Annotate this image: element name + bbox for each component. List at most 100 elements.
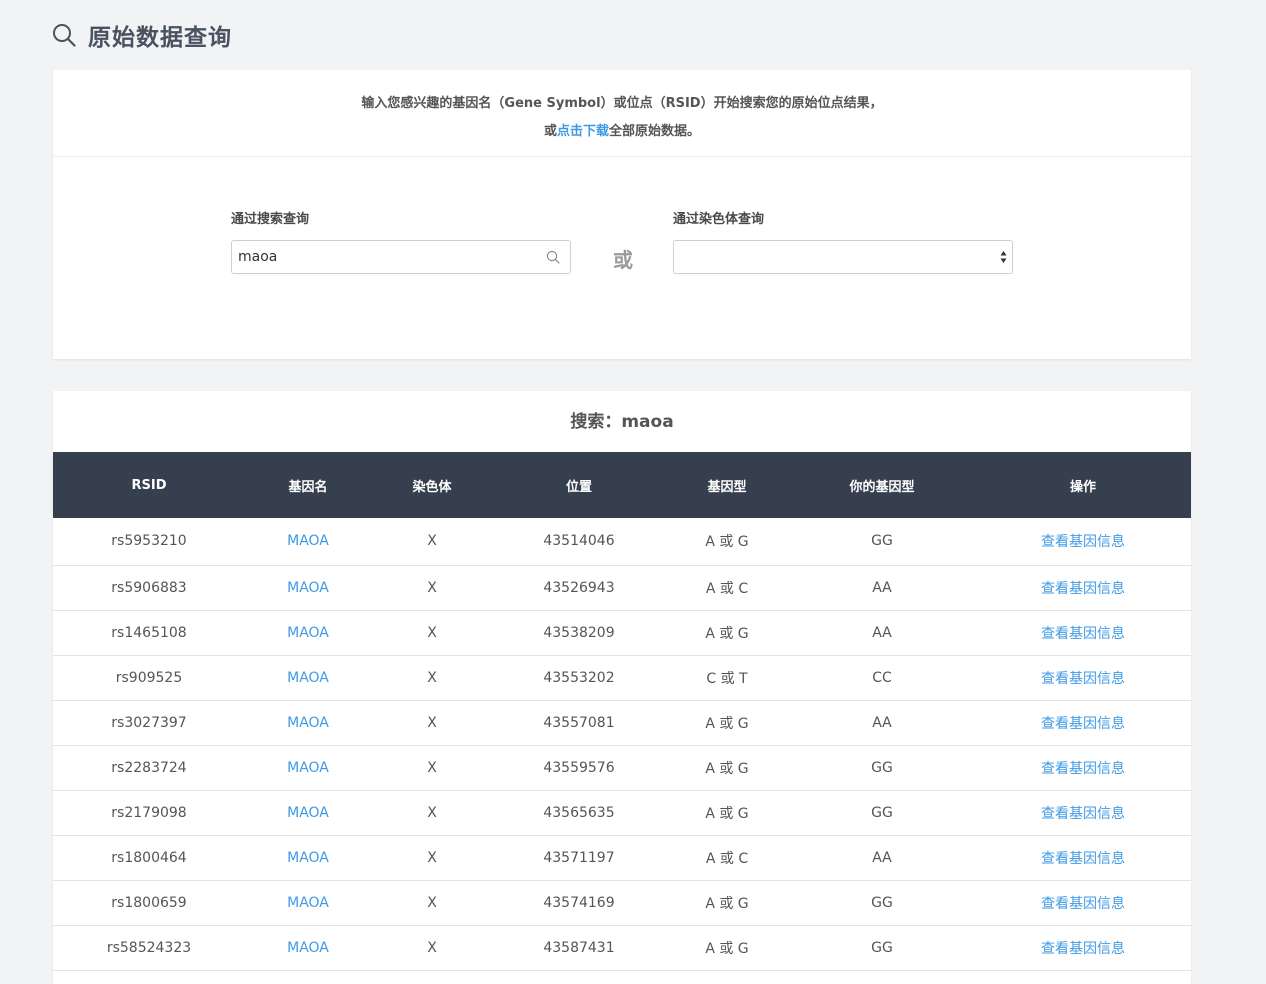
- table-cell: MAOA: [245, 565, 371, 610]
- table-cell: 查看基因信息: [975, 925, 1191, 970]
- position-cell: 43571197: [543, 849, 615, 866]
- rsid-cell: rs1465108: [111, 624, 187, 641]
- table-row: rs1800464 MAOA X 43571197 A 或 C AA 查看基因信息: [53, 835, 1191, 880]
- gene-link[interactable]: MAOA: [287, 625, 329, 641]
- your-genotype-cell: GG: [871, 894, 893, 911]
- table-cell: 43565635: [493, 790, 665, 835]
- view-gene-info-link[interactable]: 查看基因信息: [1041, 581, 1125, 597]
- rsid-cell: rs5906883: [111, 579, 187, 596]
- position-cell: 43565635: [543, 804, 615, 821]
- table-cell: MAOA: [245, 610, 371, 655]
- chromosome-cell: X: [427, 579, 437, 596]
- table-cell: X: [371, 700, 493, 745]
- gene-link[interactable]: MAOA: [287, 940, 329, 956]
- position-cell: 43538209: [543, 624, 615, 641]
- table-cell: 查看基因信息: [975, 518, 1191, 565]
- search-input[interactable]: [232, 241, 532, 273]
- view-gene-info-link[interactable]: 查看基因信息: [1041, 761, 1125, 777]
- results-card: 搜索：maoa RSID 基因名 染色体 位置 基因型 你的基因型 操作 rs5953210…: [53, 391, 1191, 984]
- rsid-cell: rs1800464: [111, 849, 187, 866]
- view-gene-info-link[interactable]: 查看基因信息: [1041, 941, 1125, 957]
- your-genotype-cell: GG: [871, 759, 893, 776]
- column-header: RSID: [131, 477, 167, 493]
- table-cell: A 或 G: [665, 790, 789, 835]
- table-cell: rs3027397: [53, 700, 245, 745]
- table-cell: 43514046: [493, 518, 665, 565]
- rsid-cell: rs58524323: [106, 939, 192, 956]
- chromosome-cell: X: [427, 714, 437, 731]
- gene-link[interactable]: MAOA: [287, 670, 329, 686]
- chromosome-select[interactable]: [673, 240, 1013, 274]
- table-cell: A 或 G: [665, 610, 789, 655]
- table-cell: MAOA: [245, 790, 371, 835]
- table-cell: rs909525: [53, 655, 245, 700]
- gene-link[interactable]: MAOA: [287, 760, 329, 776]
- genotype-cell: A 或 G: [705, 534, 749, 551]
- gene-link[interactable]: MAOA: [287, 580, 329, 596]
- position-cell: 43587431: [543, 939, 615, 956]
- table-cell: rs58524323: [53, 925, 245, 970]
- gene-link[interactable]: MAOA: [287, 805, 329, 821]
- chromosome-cell: X: [427, 624, 437, 641]
- table-cell: AA: [789, 565, 975, 610]
- table-header-row: RSID 基因名 染色体 位置 基因型 你的基因型 操作: [53, 452, 1191, 518]
- table-cell: GG: [789, 880, 975, 925]
- table-cell: rs1465108: [53, 610, 245, 655]
- gene-link[interactable]: MAOA: [287, 850, 329, 866]
- column-header: 你的基因型: [849, 479, 915, 495]
- view-gene-info-link[interactable]: 查看基因信息: [1041, 851, 1125, 867]
- view-gene-info-link[interactable]: 查看基因信息: [1041, 896, 1125, 912]
- results-table: RSID 基因名 染色体 位置 基因型 你的基因型 操作 rs5953210 MAOA X 435…: [53, 452, 1191, 971]
- table-row: rs58524323 MAOA X 43587431 A 或 G GG 查看基因信息: [53, 925, 1191, 970]
- gene-link[interactable]: MAOA: [287, 895, 329, 911]
- table-row: rs2179098 MAOA X 43565635 A 或 G GG 查看基因信息: [53, 790, 1191, 835]
- table-cell: X: [371, 565, 493, 610]
- search-field-group: 通过搜索查询: [231, 210, 571, 274]
- table-cell: 查看基因信息: [975, 745, 1191, 790]
- search-form: 通过搜索查询 或 通过染色体查询: [231, 210, 1013, 274]
- table-cell: MAOA: [245, 880, 371, 925]
- rsid-cell: rs2179098: [111, 804, 187, 821]
- table-cell: MAOA: [245, 925, 371, 970]
- table-row: rs5906883 MAOA X 43526943 A 或 C AA 查看基因信息: [53, 565, 1191, 610]
- your-genotype-cell: AA: [872, 849, 892, 866]
- table-row: rs909525 MAOA X 43553202 C 或 T CC 查看基因信息: [53, 655, 1191, 700]
- rsid-cell: rs1800659: [111, 894, 187, 911]
- table-cell: MAOA: [245, 745, 371, 790]
- table-cell: A 或 G: [665, 518, 789, 565]
- table-cell: MAOA: [245, 700, 371, 745]
- gene-link[interactable]: MAOA: [287, 715, 329, 731]
- chromosome-cell: X: [427, 669, 437, 686]
- table-cell: A 或 G: [665, 745, 789, 790]
- genotype-cell: A 或 C: [705, 850, 749, 867]
- chromosome-cell: X: [427, 939, 437, 956]
- view-gene-info-link[interactable]: 查看基因信息: [1041, 716, 1125, 732]
- view-gene-info-link[interactable]: 查看基因信息: [1041, 534, 1125, 550]
- table-cell: 查看基因信息: [975, 790, 1191, 835]
- column-header: 染色体: [412, 479, 452, 495]
- table-cell: A 或 C: [665, 565, 789, 610]
- or-label: 或: [613, 248, 633, 272]
- download-link[interactable]: 点击下载: [557, 124, 609, 139]
- search-icon[interactable]: [546, 250, 560, 264]
- chromosome-cell: X: [427, 759, 437, 776]
- table-cell: 43559576: [493, 745, 665, 790]
- table-cell: X: [371, 790, 493, 835]
- view-gene-info-link[interactable]: 查看基因信息: [1041, 671, 1125, 687]
- your-genotype-cell: AA: [872, 624, 892, 641]
- table-cell: CC: [789, 655, 975, 700]
- table-cell: X: [371, 835, 493, 880]
- results-title-prefix: 搜索：: [570, 412, 622, 432]
- table-cell: X: [371, 880, 493, 925]
- intro-line-1: 输入您感兴趣的基因名（Gene Symbol）或位点（RSID）开始搜索您的原始…: [361, 96, 883, 111]
- view-gene-info-link[interactable]: 查看基因信息: [1041, 806, 1125, 822]
- table-cell: 43526943: [493, 565, 665, 610]
- table-cell: A 或 C: [665, 835, 789, 880]
- view-gene-info-link[interactable]: 查看基因信息: [1041, 626, 1125, 642]
- gene-link[interactable]: MAOA: [287, 533, 329, 549]
- table-cell: X: [371, 745, 493, 790]
- table-cell: rs2179098: [53, 790, 245, 835]
- table-cell: C 或 T: [665, 655, 789, 700]
- your-genotype-cell: AA: [872, 579, 892, 596]
- table-cell: 查看基因信息: [975, 880, 1191, 925]
